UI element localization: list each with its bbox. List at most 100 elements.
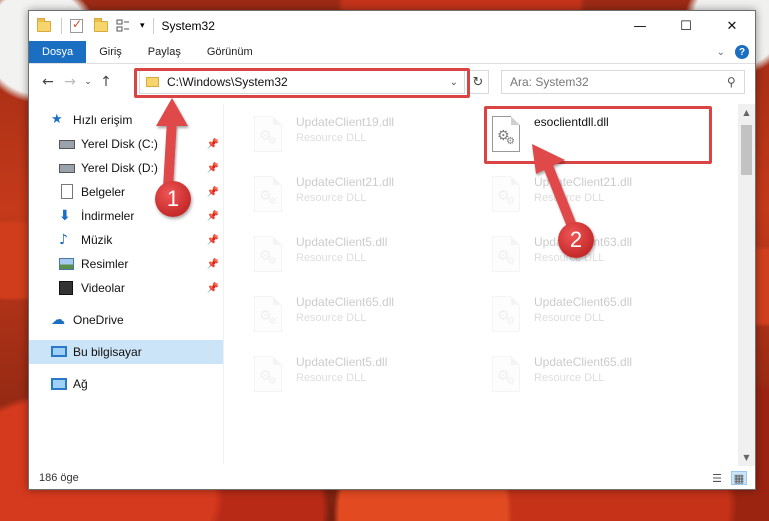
large-icons-view-icon[interactable]: ▦ [731,471,747,485]
file-highlight-box [484,106,712,164]
pin-icon[interactable]: 📌 [207,187,219,198]
tab-file[interactable]: Dosya [29,41,87,63]
tab-share[interactable]: Paylaş [135,41,194,63]
file-type: Resource DLL [296,132,367,144]
pin-icon[interactable]: 📌 [207,163,219,174]
pin-icon[interactable]: 📌 [207,235,219,246]
file-type: Resource DLL [296,372,367,384]
vertical-scrollbar[interactable]: ▲ ▼ [738,104,755,466]
file-name: UpdateClient21.dll [534,175,633,189]
star-icon: ★ [51,112,63,127]
file-item[interactable]: ⚙⚙ UpdateClient63.dllResource DLL [488,234,716,290]
sidebar-item-label: Ağ [73,377,88,391]
sidebar-item-downloads[interactable]: ⬇ İndirmeler 📌 [29,204,223,228]
sidebar-item-label: Resimler [81,257,129,271]
file-name: UpdateClient65.dll [296,295,395,309]
divider [152,18,154,34]
back-button[interactable]: ← [37,74,59,90]
up-button[interactable]: ↑ [95,74,117,90]
file-explorer-window: ▾ System32 — ☐ ✕ Dosya Giriş Paylaş Görü… [28,10,756,490]
recent-locations-button[interactable]: ⌄ [81,77,95,87]
file-item[interactable]: ⚙ ⚙ UpdateClient65.dll Resource DLL [250,294,478,350]
title-bar: ▾ System32 — ☐ ✕ [29,11,755,41]
dll-file-icon: ⚙ ⚙ [488,294,524,338]
scroll-up-icon[interactable]: ▲ [738,104,755,121]
help-icon[interactable]: ? [735,45,749,59]
search-input[interactable]: Ara: System32 [510,75,727,89]
minimize-button[interactable]: — [617,11,663,41]
sidebar-item-quick-access[interactable]: ★ Hızlı erişim [29,108,223,132]
file-name: UpdateClient21.dll [296,175,395,189]
sidebar-item-network[interactable]: Ağ [29,372,223,396]
forward-button[interactable]: → [59,74,81,90]
dll-file-icon: ⚙ ⚙ [488,354,524,398]
folder-icon [37,18,53,34]
dll-file-icon: ⚙ ⚙ [250,354,286,398]
divider [61,18,62,34]
sidebar-item-label: Yerel Disk (C:) [81,137,158,151]
file-type: Resource DLL [534,192,605,204]
file-type: Resource DLL [534,312,605,324]
file-item[interactable]: ⚙ ⚙ UpdateClient65.dll Resource DLL [488,294,716,350]
file-item[interactable]: ⚙ ⚙ UpdateClient19.dll Resource DLL [250,114,478,170]
step-1-badge: 1 [155,181,191,217]
sidebar-item-videos[interactable]: Videolar 📌 [29,276,223,300]
file-name: UpdateClient5.dll [296,235,388,249]
file-type: Resource DLL [296,312,367,324]
pin-icon[interactable]: 📌 [207,139,219,150]
sidebar-item-local-disk-c[interactable]: Yerel Disk (C:) 📌 [29,132,223,156]
sidebar-item-this-pc[interactable]: Bu bilgisayar [29,340,223,364]
file-name: UpdateClient65.dll [534,355,633,369]
network-icon [51,376,67,392]
pin-icon[interactable]: 📌 [207,259,219,270]
file-item[interactable]: ⚙ ⚙ UpdateClient5.dll Resource DLL [250,354,478,410]
dll-file-icon: ⚙ ⚙ [488,174,524,218]
pictures-icon [59,256,75,272]
dll-file-icon: ⚙ ⚙ [250,174,286,218]
scroll-down-icon[interactable]: ▼ [738,449,755,466]
file-item[interactable]: ⚙ ⚙ UpdateClient21.dll Resource DLL [250,174,478,230]
sidebar-item-label: Bu bilgisayar [73,345,142,359]
file-name: UpdateClient5.dll [296,355,388,369]
close-button[interactable]: ✕ [709,11,755,41]
file-item[interactable]: ⚙ ⚙ UpdateClient65.dll Resource DLL [488,354,716,410]
customize-icon[interactable] [116,18,132,34]
maximize-button[interactable]: ☐ [663,11,709,41]
file-name: UpdateClient65.dll [534,295,633,309]
search-icon[interactable]: ⚲ [727,75,736,89]
pin-icon[interactable]: 📌 [207,283,219,294]
music-icon: ♪ [59,232,68,248]
step-2-badge: 2 [558,222,594,258]
properties-icon[interactable] [70,17,86,34]
sidebar-item-documents[interactable]: Belgeler 📌 [29,180,223,204]
expand-ribbon-icon[interactable]: ⌄ [717,47,725,58]
quick-access-dropdown[interactable]: ▾ [140,21,145,31]
this-pc-icon [51,344,67,360]
new-folder-icon[interactable] [94,18,110,34]
dll-file-icon: ⚙ ⚙ [250,234,286,278]
pin-icon[interactable]: 📌 [207,211,219,222]
details-view-icon[interactable]: ☰ [709,471,725,485]
address-highlight-box [134,68,470,98]
dll-file-icon: ⚙ ⚙ [250,114,286,158]
refresh-button[interactable]: ↻ [467,70,489,94]
window-title: System32 [161,19,215,33]
sidebar-item-label: Yerel Disk (D:) [81,161,158,175]
sidebar-item-label: OneDrive [73,313,124,327]
sidebar-item-local-disk-d[interactable]: Yerel Disk (D:) 📌 [29,156,223,180]
sidebar-item-label: Belgeler [81,185,126,199]
file-item[interactable]: ⚙ ⚙ UpdateClient5.dll Resource DLL [250,234,478,290]
search-box[interactable]: Ara: System32 ⚲ [501,70,745,94]
ribbon-tabs: Dosya Giriş Paylaş Görünüm ⌄ ? [29,41,755,64]
file-name: UpdateClient19.dll [296,115,395,129]
onedrive-icon: ☁ [51,312,65,328]
tab-home[interactable]: Giriş [86,41,135,63]
file-item[interactable]: ⚙ ⚙ UpdateClient21.dll Resource DLL [488,174,716,230]
sidebar-item-music[interactable]: ♪ Müzik 📌 [29,228,223,252]
scrollbar-thumb[interactable] [741,125,752,175]
sidebar-item-pictures[interactable]: Resimler 📌 [29,252,223,276]
sidebar-item-onedrive[interactable]: ☁ OneDrive [29,308,223,332]
tab-view[interactable]: Görünüm [194,41,266,63]
videos-icon [59,280,75,296]
dll-file-icon: ⚙ ⚙ [488,234,524,278]
